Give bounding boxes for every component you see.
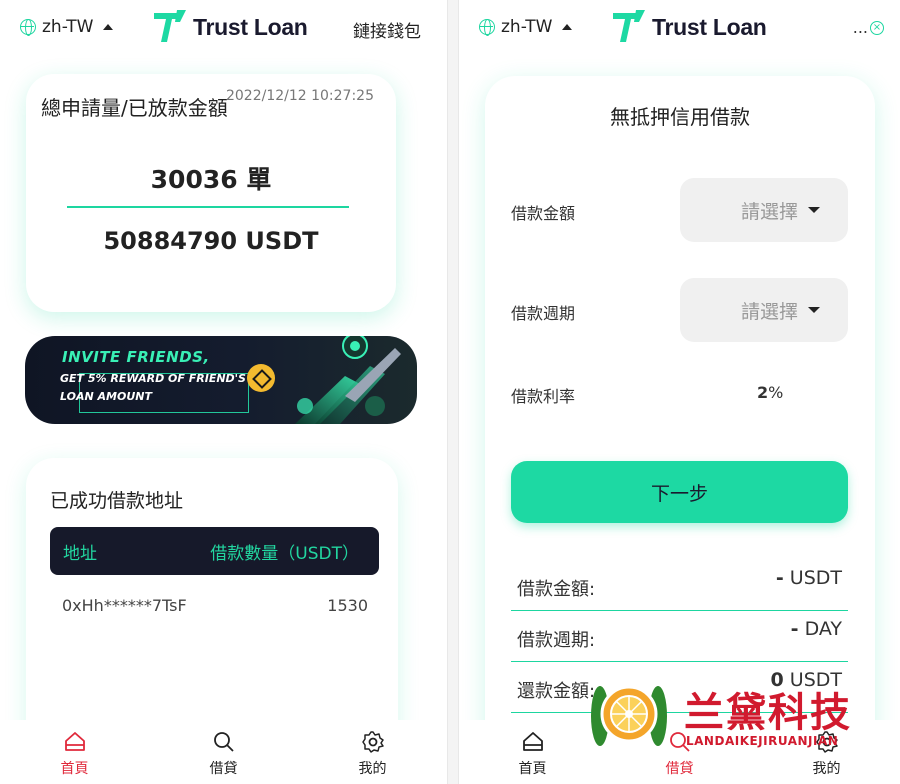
- caret-down-icon: [808, 307, 820, 313]
- brand-name: Trust Loan: [193, 13, 308, 40]
- more-dots-text: ...: [852, 18, 868, 37]
- banner-text-line2: LOAN AMOUNT: [60, 390, 152, 403]
- bottom-nav: 首頁 借貸 我的: [0, 720, 447, 784]
- application-count: 30036 單: [150, 165, 272, 194]
- summary-unit: USDT: [789, 567, 842, 589]
- period-select-placeholder: 請選擇: [740, 300, 798, 323]
- stats-title: 總申請量/已放款金額: [41, 96, 228, 120]
- home-icon: [64, 732, 85, 751]
- column-header-amount: 借款數量（USDT）: [210, 543, 359, 564]
- summary-unit: DAY: [804, 618, 842, 640]
- loan-amount-total: 50884790 USDT: [103, 227, 319, 255]
- trust-loan-logo-icon: [154, 10, 186, 42]
- summary-number: -: [775, 567, 784, 589]
- row-amount: 1530: [327, 596, 368, 615]
- rate-value: 2%: [757, 383, 783, 402]
- nav-mine[interactable]: 我的: [333, 730, 413, 778]
- header: zh-TW Trust Loan 鏈接錢包: [0, 0, 447, 56]
- banner-headline: INVITE FRIENDS,: [62, 348, 210, 366]
- summary-key: 借款金額:: [517, 579, 596, 600]
- summary-value: - USDT: [776, 567, 842, 589]
- nav-home-label: 首頁: [518, 761, 547, 777]
- loan-screen: zh-TW Trust Loan ... × 無抵押信用借款 借款金額 請選擇 …: [458, 0, 900, 784]
- language-label: zh-TW: [42, 17, 94, 37]
- loan-form-card: 無抵押信用借款 借款金額 請選擇 借款週期 請選擇 借款利率 2% 下一步 借款…: [485, 76, 875, 776]
- summary-key: 還款金額:: [517, 681, 596, 702]
- summary-row-period: 借款週期: - DAY: [511, 614, 848, 662]
- nav-loan-label: 借貸: [209, 761, 238, 777]
- brand-logo: Trust Loan: [612, 10, 767, 44]
- nav-loan[interactable]: 借貸: [184, 730, 264, 778]
- amount-select[interactable]: 請選擇: [680, 178, 848, 242]
- rate-number: 2: [757, 383, 769, 402]
- screen-divider: [448, 0, 458, 784]
- header: zh-TW Trust Loan ... ×: [459, 0, 900, 56]
- watermark: 兰黛科技 LANDAIKEJIRUANJIAN: [588, 676, 878, 756]
- language-label: zh-TW: [501, 17, 553, 37]
- loans-title: 已成功借款地址: [50, 490, 184, 512]
- column-header-address: 地址: [63, 543, 97, 564]
- nav-home-label: 首頁: [60, 761, 89, 777]
- gear-icon: [361, 731, 384, 753]
- stats-timestamp: 2022/12/12 10:27:25: [225, 88, 374, 104]
- form-title: 無抵押信用借款: [610, 105, 750, 129]
- successful-loans-card: 已成功借款地址 地址 借款數量（USDT） 0xHh******7TsF 153…: [26, 458, 398, 758]
- rate-unit: %: [768, 383, 784, 402]
- language-selector[interactable]: zh-TW: [479, 17, 573, 37]
- bnb-coin-icon: [247, 364, 275, 392]
- summary-value: - DAY: [791, 618, 842, 640]
- row-address: 0xHh******7TsF: [62, 596, 187, 615]
- language-selector[interactable]: zh-TW: [20, 17, 114, 37]
- rocket-illustration-icon: [295, 336, 401, 424]
- globe-icon: [479, 19, 495, 36]
- caret-up-icon: [103, 24, 114, 30]
- period-select[interactable]: 請選擇: [680, 278, 848, 342]
- watermark-emblem-icon: [591, 685, 667, 746]
- nav-home[interactable]: 首頁: [493, 730, 573, 778]
- stats-card: 總申請量/已放款金額 2022/12/12 10:27:25 30036 單 5…: [26, 74, 396, 312]
- nav-loan-label: 借貸: [665, 761, 694, 777]
- loans-table-header: 地址 借款數量（USDT）: [50, 527, 379, 575]
- trust-loan-logo-icon: [613, 10, 645, 42]
- summary-key: 借款週期:: [517, 630, 596, 651]
- caret-up-icon: [562, 24, 573, 30]
- invite-banner[interactable]: INVITE FRIENDS, GET 5% REWARD OF FRIEND'…: [25, 336, 417, 424]
- connect-wallet-button[interactable]: 鏈接錢包: [353, 17, 421, 42]
- summary-number: -: [790, 618, 799, 640]
- caret-down-icon: [808, 207, 820, 213]
- close-icon[interactable]: ×: [870, 20, 884, 35]
- home-screen: zh-TW Trust Loan 鏈接錢包 總申請量/已放款金額 2022/12…: [0, 0, 448, 784]
- table-row: 0xHh******7TsF 1530: [62, 596, 368, 615]
- search-icon: [213, 732, 234, 752]
- nav-mine-label: 我的: [812, 761, 841, 777]
- banner-text-line1: GET 5% REWARD OF FRIEND'S: [60, 372, 246, 385]
- home-icon: [522, 732, 543, 751]
- amount-label: 借款金額: [511, 204, 576, 223]
- more-menu[interactable]: ... ×: [853, 18, 884, 37]
- next-button[interactable]: 下一步: [511, 461, 848, 523]
- watermark-subtitle: LANDAIKEJIRUANJIAN: [686, 734, 839, 748]
- stats-divider: [67, 206, 349, 208]
- summary-row-amount: 借款金額: - USDT: [511, 563, 848, 611]
- brand-logo: Trust Loan: [153, 10, 308, 44]
- watermark-title: 兰黛科技: [684, 690, 852, 736]
- globe-icon: [20, 19, 36, 36]
- nav-home[interactable]: 首頁: [35, 730, 115, 778]
- rate-label: 借款利率: [511, 387, 576, 406]
- nav-mine-label: 我的: [358, 761, 387, 777]
- period-label: 借款週期: [511, 304, 576, 323]
- brand-name: Trust Loan: [652, 13, 767, 40]
- amount-select-placeholder: 請選擇: [740, 200, 798, 223]
